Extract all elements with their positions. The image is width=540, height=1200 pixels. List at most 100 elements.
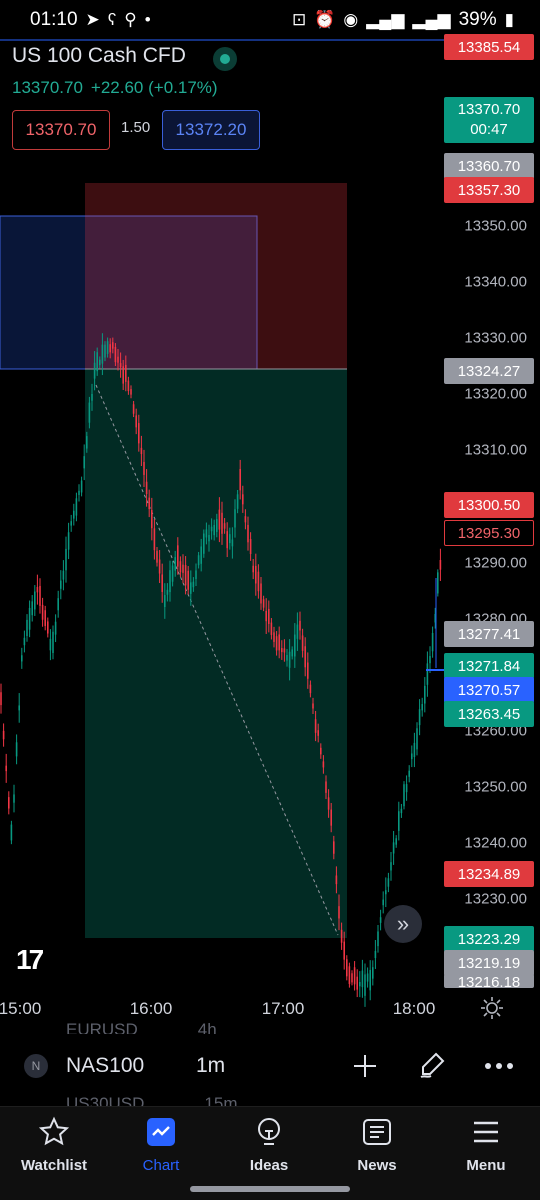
candle-body [226, 531, 228, 549]
menu-icon [469, 1115, 503, 1149]
candle-body [231, 539, 234, 547]
candle-body [174, 557, 176, 571]
candle-body [73, 510, 75, 519]
candle-body [416, 728, 418, 750]
candle-body [283, 648, 286, 653]
candle-body [244, 516, 247, 523]
candle-body [392, 842, 395, 854]
price-label: 13216.18 [444, 974, 534, 988]
home-indicator[interactable] [190, 1186, 350, 1192]
candle-body [346, 959, 348, 977]
candle-body [307, 662, 309, 679]
candle-body [132, 404, 135, 414]
nav-ideas[interactable]: Ideas [224, 1115, 314, 1174]
candle-body [426, 663, 429, 685]
price-label: 13234.89 [444, 861, 534, 887]
toolbar-symbol[interactable]: NAS100 [66, 1054, 144, 1078]
candle-body [156, 550, 158, 563]
candle-body [288, 651, 291, 668]
candle-body [44, 610, 46, 626]
candle-body [0, 692, 2, 706]
candle-body [57, 598, 59, 611]
candle-body [75, 498, 78, 516]
current-price: 13370.70 [457, 101, 521, 118]
candle-body [78, 490, 80, 495]
price-label: 13271.84 [444, 653, 534, 679]
plus-icon[interactable] [348, 1049, 382, 1083]
candle-body [340, 929, 343, 943]
chart-settings-icon[interactable] [480, 996, 504, 1020]
symbol-quote: 13370.70 +22.60 (+0.17%) [12, 78, 218, 98]
candle-body [262, 599, 265, 608]
candle-body [333, 841, 335, 854]
candle-body [203, 533, 205, 554]
candle-body [317, 730, 319, 736]
candle-body [338, 906, 340, 919]
candle-body [387, 878, 390, 887]
candle-body [208, 535, 210, 542]
candle-body [21, 655, 23, 662]
lightbulb-icon [252, 1115, 286, 1149]
candle-body [382, 899, 384, 906]
price-label-stop: 13357.30 [444, 177, 534, 203]
candle-body [125, 364, 127, 382]
symbol-badge: N [24, 1054, 48, 1078]
sell-button[interactable]: 13370.70 [12, 110, 110, 150]
nav-watchlist[interactable]: Watchlist [9, 1115, 99, 1174]
candle-body [348, 966, 351, 984]
candle-body [213, 524, 215, 536]
nav-chart[interactable]: Chart [116, 1115, 206, 1174]
chart-icon [144, 1115, 178, 1149]
candle-body [320, 747, 322, 755]
price-tick: 13250.00 [464, 778, 527, 796]
candle-body [429, 656, 431, 664]
candle-body [294, 634, 296, 657]
scroll-to-realtime-button[interactable]: » [384, 905, 422, 943]
candle-body [151, 510, 153, 529]
candle-body [234, 509, 236, 528]
nav-label: Watchlist [20, 1157, 88, 1174]
candle-body [249, 539, 252, 555]
candle-body [309, 684, 312, 694]
candle-body [335, 875, 338, 885]
star-icon [37, 1115, 71, 1149]
buy-button[interactable]: 13372.20 [162, 110, 260, 150]
candle-body [47, 621, 49, 634]
candle-body [36, 586, 39, 593]
price-tick: 13290.00 [464, 554, 527, 572]
time-tick: 17:00 [261, 999, 305, 1018]
candle-body [99, 359, 101, 366]
candle-body [413, 742, 416, 758]
drawing-pen-icon[interactable] [415, 1049, 449, 1083]
candle-body [60, 580, 62, 589]
candle-body [353, 967, 356, 985]
candle-body [327, 797, 330, 810]
candle-body [296, 624, 299, 639]
candle-body [195, 570, 197, 579]
price-label-crosshair: 13270.57 [444, 677, 534, 703]
candle-body [54, 621, 57, 635]
candle-body [291, 649, 293, 657]
candle-body [158, 559, 161, 574]
candle-body [140, 447, 143, 455]
candle-body [210, 526, 213, 532]
price-tick: 13320.00 [464, 385, 527, 403]
nav-news[interactable]: News [332, 1115, 422, 1174]
candle-body [437, 572, 439, 594]
more-icon[interactable] [482, 1049, 516, 1083]
candle-body [23, 637, 26, 646]
nav-menu[interactable]: Menu [441, 1115, 531, 1174]
candle-body [299, 620, 301, 631]
bar-countdown: 00:47 [470, 121, 508, 138]
spread-value: 1.50 [121, 119, 151, 136]
toolbar-timeframe[interactable]: 1m [196, 1054, 225, 1078]
candle-body [192, 581, 195, 588]
price-label: 13360.70 [444, 153, 534, 179]
symbol-title[interactable]: US 100 Cash CFD [12, 44, 186, 68]
candle-body [255, 565, 257, 584]
price-tick: 13350.00 [464, 217, 527, 235]
candle-body [421, 704, 423, 711]
candle-body [325, 781, 327, 793]
candle-body [96, 352, 98, 372]
candle-body [122, 366, 124, 384]
